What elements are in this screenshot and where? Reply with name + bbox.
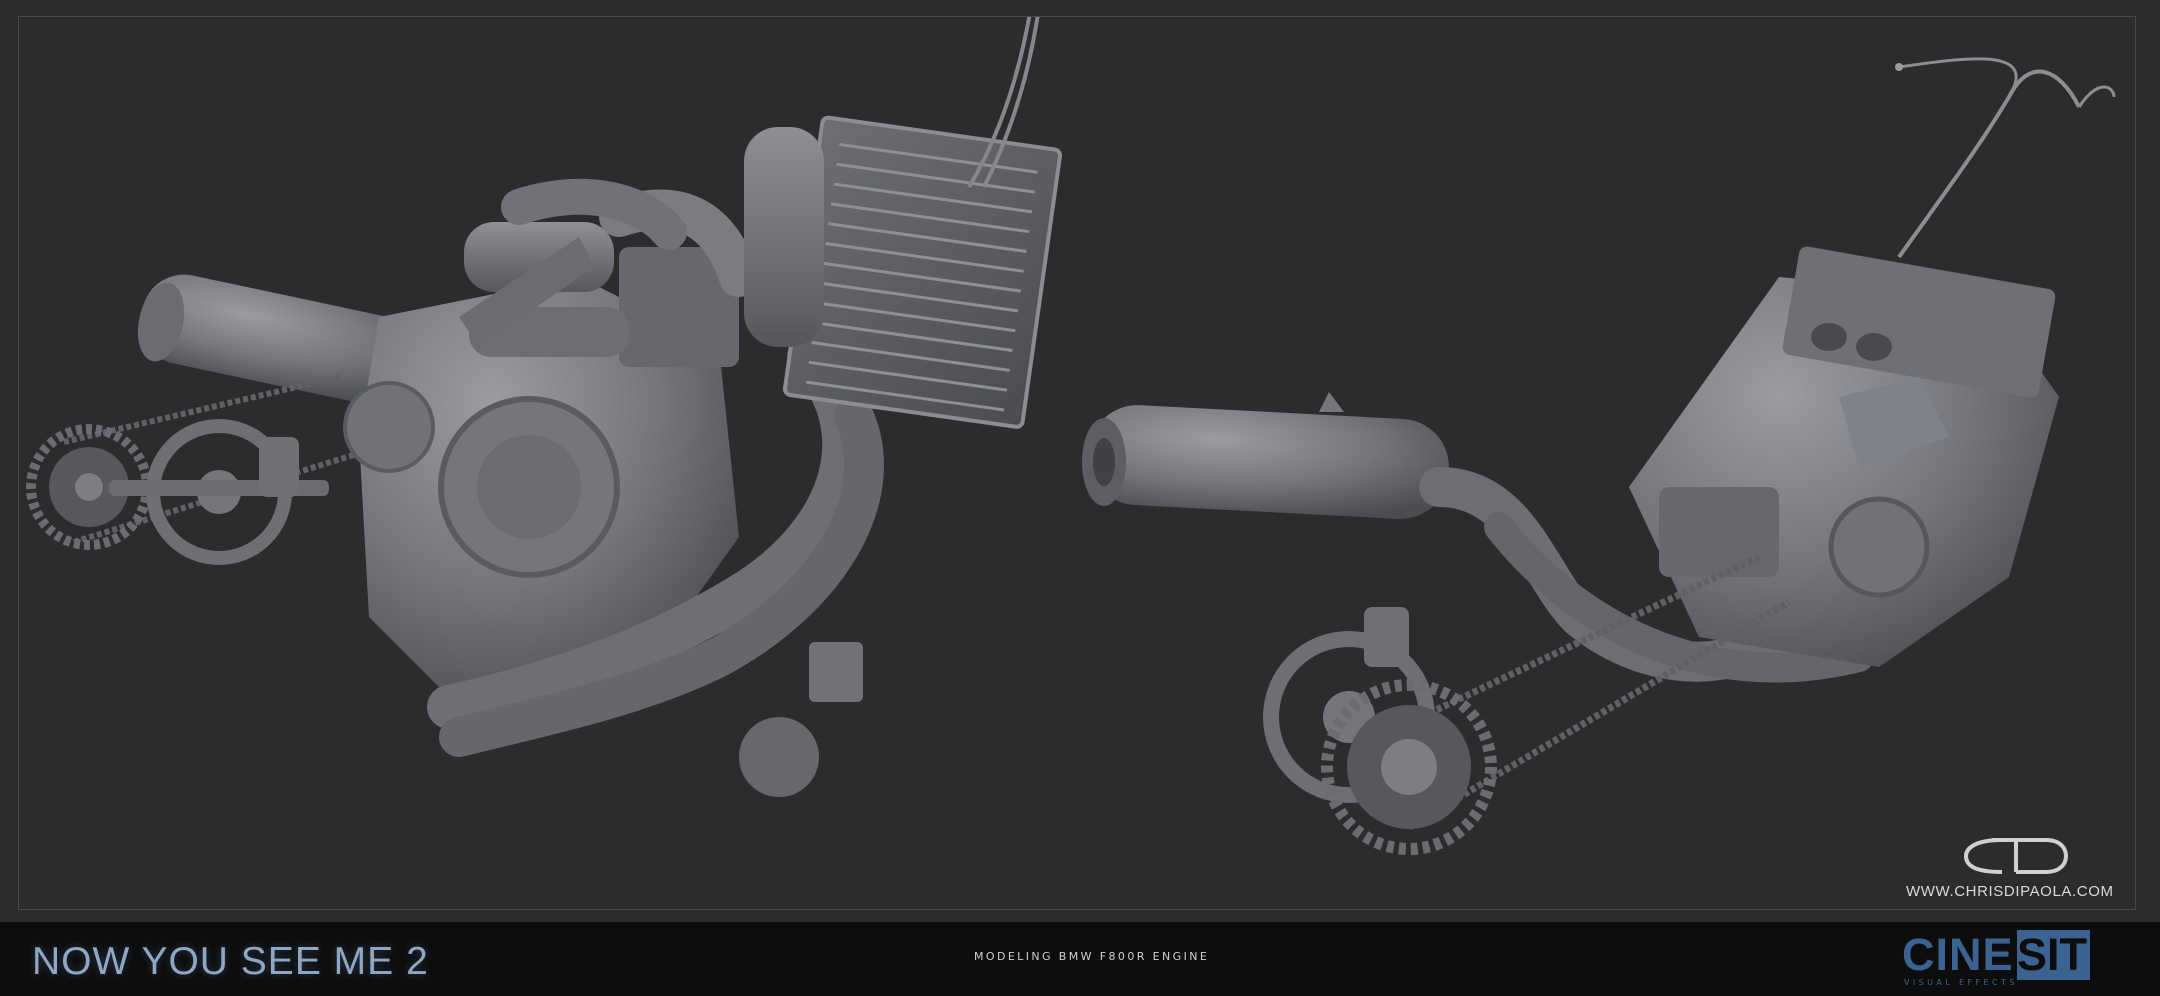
cinesite-logo-right: SITE xyxy=(2017,929,2118,980)
render-caption: MODELING BMW F800R ENGINE xyxy=(974,950,1210,963)
movie-title-text: NOW YOU SEE ME xyxy=(32,940,395,983)
engine-render-scene xyxy=(26,17,2116,855)
right-engine-model xyxy=(1082,57,2116,855)
movie-title: NOW YOU SEE ME 2 xyxy=(32,940,429,984)
left-engine-model xyxy=(26,17,1063,797)
cinesite-logo: CINE SITE VISUAL EFFECTS xyxy=(1902,929,2118,988)
movie-title-number: 2 xyxy=(406,940,429,983)
cinesite-logo-box: SITE xyxy=(2017,929,2118,980)
website-url[interactable]: WWW.CHRISDIPAOLA.COM xyxy=(1906,883,2114,900)
cinesite-tagline: VISUAL EFFECTS xyxy=(1904,978,2018,987)
render-viewport xyxy=(18,16,2136,910)
cd-monogram-logo-icon xyxy=(1962,834,2069,883)
cinesite-logo-left: CINE xyxy=(1902,929,2014,980)
